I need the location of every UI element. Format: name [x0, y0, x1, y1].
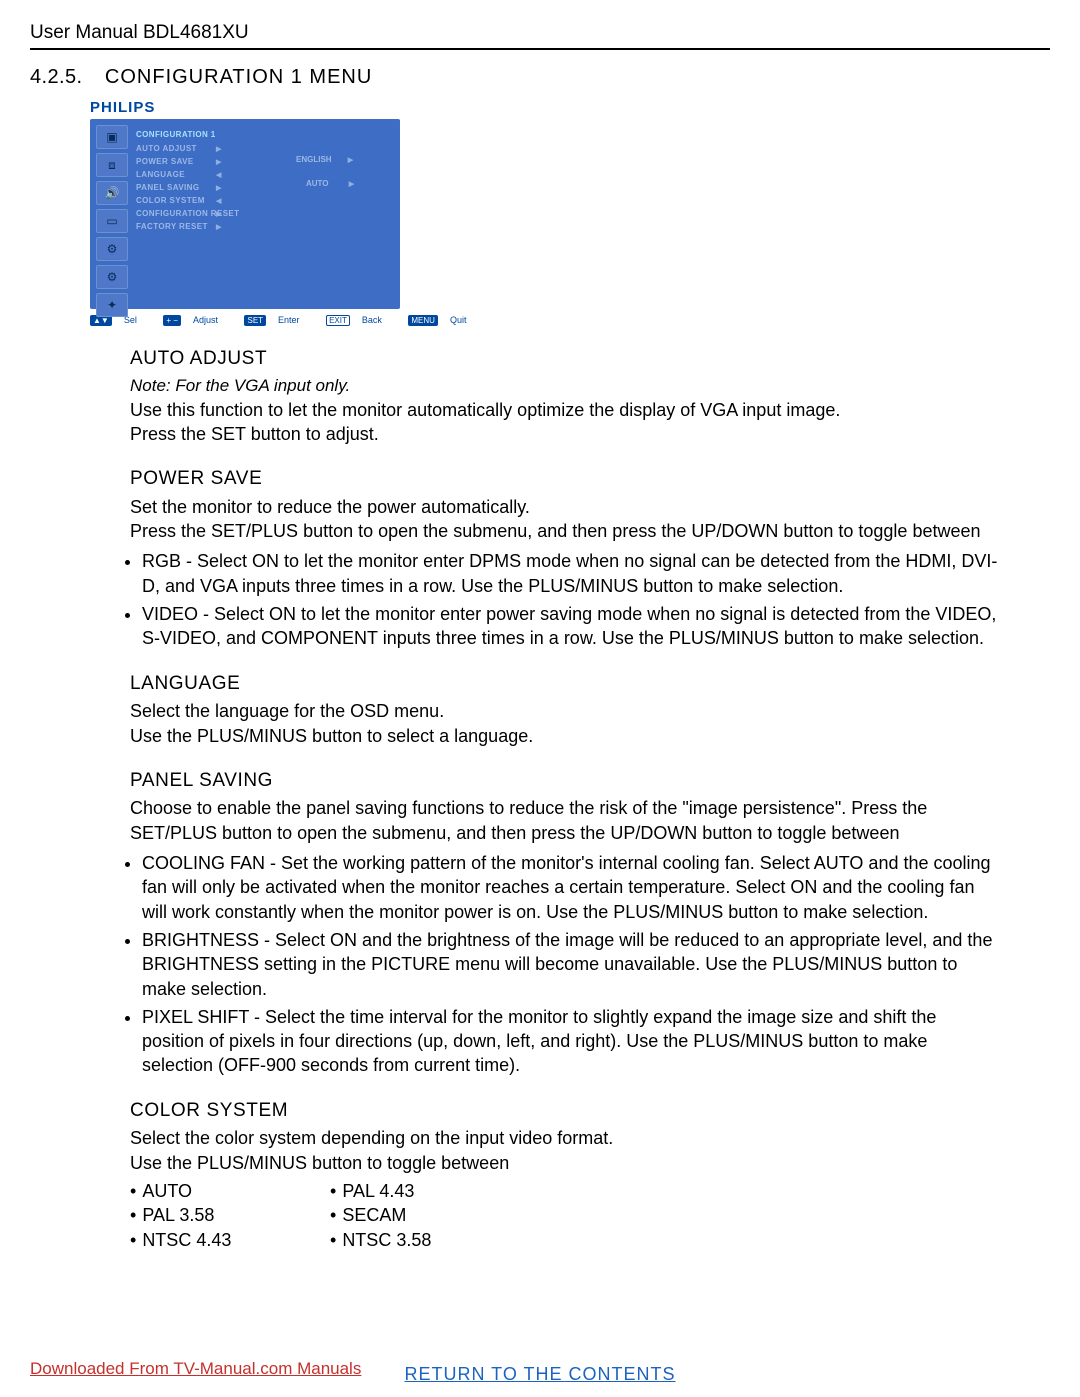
osd-item: CONFIGURATION RESET [136, 208, 216, 220]
osd-right-arrow-icon: ▶ [216, 159, 222, 166]
osd-tab-picture-icon: ▣ [96, 125, 128, 149]
osd-legend-set-badge: SET [244, 315, 266, 326]
footer-return-link[interactable]: RETURN TO THE CONTENTS [0, 1364, 1080, 1385]
heading-language: LANGUAGE [130, 671, 1000, 697]
osd-right-arrow-icon: ▶ [348, 157, 353, 164]
osd-legend: ▲▼Sel + −Adjust SETEnter EXITBack MENUQu… [90, 315, 1050, 326]
osd-tab-config1-icon: ⚙ [96, 237, 128, 261]
heading-panel-saving: PANEL SAVING [130, 768, 1000, 794]
paragraph: Use the PLUS/MINUS button to select a la… [130, 724, 1000, 748]
header-rule [30, 48, 1050, 50]
osd-left-arrow-icon: ◀ [216, 172, 222, 179]
osd-tab-screen-icon: ⧈ [96, 153, 128, 177]
list-item: SECAM [330, 1203, 530, 1227]
osd-item: FACTORY RESET [136, 221, 216, 233]
osd-menu: ▣ ⧈ 🔊 ▭ ⚙ ⚙ ✦ CONFIGURATION 1 AUTO ADJUS… [90, 119, 400, 309]
osd-item: PANEL SAVING [136, 182, 216, 194]
heading-auto-adjust: AUTO ADJUST [130, 346, 1000, 372]
paragraph: Set the monitor to reduce the power auto… [130, 495, 1000, 519]
main-content: AUTO ADJUST Note: For the VGA input only… [130, 346, 1000, 1252]
note-auto-adjust: Note: For the VGA input only. [130, 375, 1000, 398]
paragraph: Use this function to let the monitor aut… [130, 398, 1000, 422]
osd-right-arrow-icon: ▶ [216, 211, 222, 218]
bullet-list: RGB - Select ON to let the monitor enter… [130, 549, 1000, 650]
osd-legend-exit-badge: EXIT [326, 315, 350, 326]
paragraph: Press the SET/PLUS button to open the su… [130, 519, 1000, 543]
paragraph: Select the language for the OSD menu. [130, 699, 1000, 723]
list-item: BRIGHTNESS - Select ON and the brightnes… [142, 928, 1000, 1001]
paragraph: Select the color system depending on the… [130, 1126, 1000, 1150]
color-system-options: AUTO PAL 3.58 NTSC 4.43 PAL 4.43 SECAM N… [130, 1179, 1000, 1252]
paragraph: Choose to enable the panel saving functi… [130, 796, 1000, 845]
osd-tab-column: ▣ ⧈ 🔊 ▭ ⚙ ⚙ ✦ [96, 125, 126, 321]
list-item: AUTO [130, 1179, 330, 1203]
osd-legend-plusminus-icon: + − [163, 315, 181, 326]
osd-tab-audio-icon: 🔊 [96, 181, 128, 205]
osd-item: LANGUAGE [136, 169, 216, 181]
osd-item: AUTO ADJUST [136, 143, 216, 155]
bullet-list: COOLING FAN - Set the working pattern of… [130, 851, 1000, 1078]
osd-right-arrow-icon: ▶ [216, 185, 222, 192]
osd-tab-config2-icon: ⚙ [96, 265, 128, 289]
list-item: PIXEL SHIFT - Select the time interval f… [142, 1005, 1000, 1078]
osd-item-list: CONFIGURATION 1 AUTO ADJUST▶ POWER SAVE▶… [136, 129, 222, 234]
osd-item: COLOR SYSTEM [136, 195, 216, 207]
paragraph: Use the PLUS/MINUS button to toggle betw… [130, 1151, 1000, 1175]
brand-logo: PHILIPS [90, 99, 1050, 116]
osd-left-arrow-icon: ◀ [216, 198, 222, 205]
list-item: PAL 3.58 [130, 1203, 330, 1227]
osd-tab-advanced-icon: ✦ [96, 293, 128, 317]
page-header: User Manual BDL4681XU [30, 22, 1050, 44]
list-item: COOLING FAN - Set the working pattern of… [142, 851, 1000, 924]
osd-right-arrow-icon: ▶ [216, 146, 222, 153]
list-item: VIDEO - Select ON to let the monitor ent… [142, 602, 1000, 651]
osd-legend-menu-badge: MENU [408, 315, 438, 326]
section-title: CONFIGURATION 1 MENU [105, 66, 372, 88]
osd-screenshot: PHILIPS ▣ ⧈ 🔊 ▭ ⚙ ⚙ ✦ CONFIGURATION 1 AU… [90, 99, 1050, 326]
osd-item: POWER SAVE [136, 156, 216, 168]
osd-right-arrow-icon: ▶ [216, 224, 222, 231]
section-number: 4.2.5. [30, 66, 82, 88]
osd-value-colorsystem: AUTO ▶ [306, 179, 354, 188]
list-item: NTSC 4.43 [130, 1228, 330, 1252]
list-item: RGB - Select ON to let the monitor enter… [142, 549, 1000, 598]
osd-value-language: ENGLISH ▶ [296, 155, 353, 164]
paragraph: Press the SET button to adjust. [130, 422, 1000, 446]
heading-color-system: COLOR SYSTEM [130, 1098, 1000, 1124]
list-item: NTSC 3.58 [330, 1228, 530, 1252]
osd-right-arrow-icon: ▶ [349, 181, 354, 188]
list-item: PAL 4.43 [330, 1179, 530, 1203]
osd-tab-pip-icon: ▭ [96, 209, 128, 233]
osd-title: CONFIGURATION 1 [136, 129, 222, 141]
heading-power-save: POWER SAVE [130, 466, 1000, 492]
